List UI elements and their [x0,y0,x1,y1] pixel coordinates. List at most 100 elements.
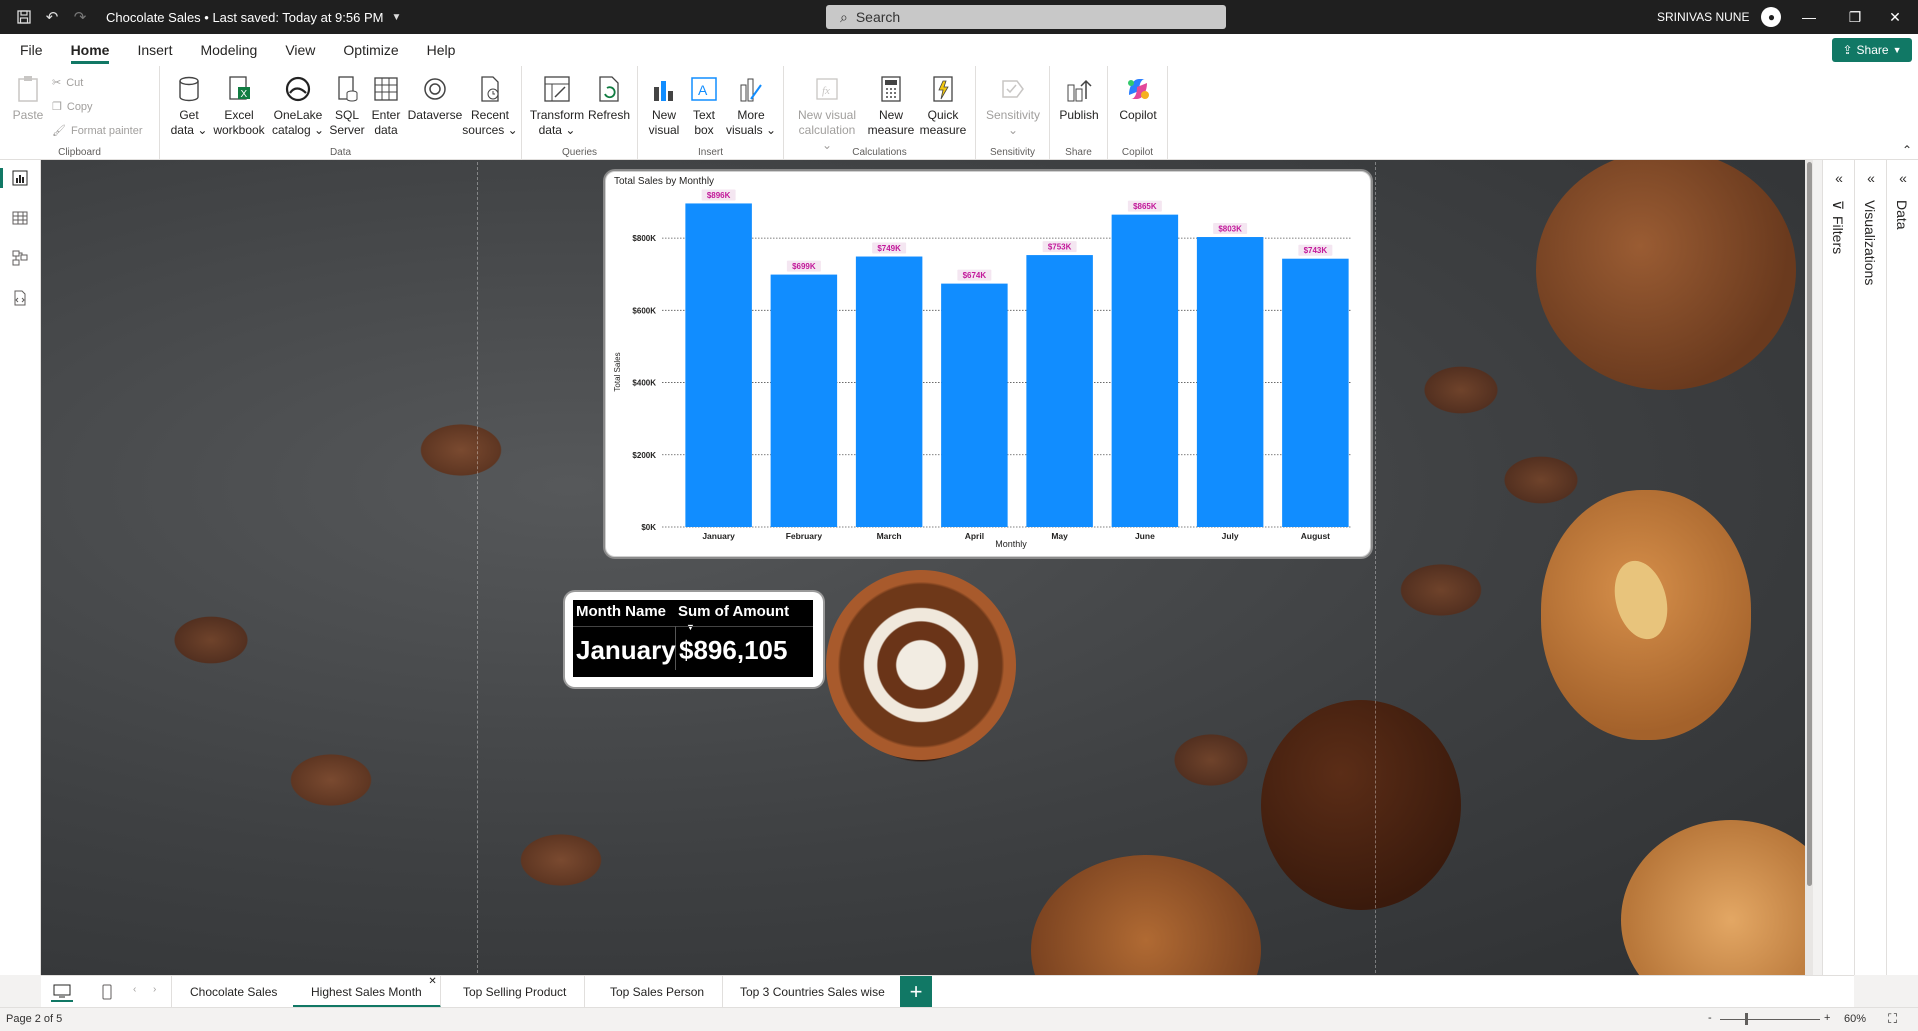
bar-april [941,283,1008,527]
filters-pane-label[interactable]: ⊽ Filters [1830,200,1846,254]
zoom-out-icon[interactable]: - [1708,1012,1712,1024]
close-button[interactable]: ✕ [1872,0,1918,34]
sensitivity-button[interactable]: Sensitivity ⌄ [982,72,1044,138]
page-tab-chocolate-sales[interactable]: Chocolate Sales [171,976,297,1008]
x-axis-label: Monthly [995,539,1027,549]
data-pane[interactable]: « Data [1886,160,1918,975]
page-tab-label: Highest Sales Month [311,985,422,999]
desktop-layout-icon[interactable] [51,982,73,1002]
cut-button[interactable]: ✂ Cut [52,76,83,90]
zoom-in-icon[interactable]: + [1824,1012,1830,1024]
table-view-icon[interactable] [10,208,30,228]
report-view-icon[interactable] [0,168,30,188]
page-tab-top-selling-product[interactable]: Top Selling Product [445,976,586,1008]
sql-server-button[interactable]: SQL Server [326,72,368,138]
copy-icon: ❐ [52,101,62,113]
new-measure-label-1: New [878,108,903,122]
minimize-icon: — [1802,9,1816,25]
mobile-layout-icon[interactable] [99,982,115,1002]
onelake-catalog-button[interactable]: OneLake catalog ⌄ [270,72,326,138]
menu-tab-optimize[interactable]: Optimize [329,34,412,66]
page-tabs-bar: ‹ › Chocolate Sales Highest Sales Month … [41,975,1854,1008]
expand-visualizations-icon[interactable]: « [1855,170,1887,186]
dataverse-button[interactable]: Dataverse [404,72,466,123]
data-label: $803K [1218,225,1242,234]
sql-server-icon [332,72,362,106]
transform-data-button[interactable]: Transform data ⌄ [528,72,586,138]
add-page-button[interactable]: + [900,976,932,1008]
save-icon[interactable] [12,5,36,29]
ribbon-group-queries: Transform data ⌄ Refresh Queries [522,66,638,160]
svg-text:fx: fx [822,85,830,97]
fit-to-page-icon[interactable]: ⛶ [1888,1011,1897,1027]
recent-sources-icon [475,72,505,106]
enter-data-button[interactable]: Enter data [366,72,406,138]
prev-page-icon[interactable]: ‹ [133,984,136,995]
close-page-icon[interactable]: ✕ [428,966,436,998]
sensitivity-chevron-icon: ⌄ [1007,123,1019,137]
column-header-sum-of-amount[interactable]: Sum of Amount [678,603,789,620]
bar-june [1111,214,1179,527]
visualizations-pane[interactable]: « Visualizations [1854,160,1886,975]
refresh-button[interactable]: Refresh [586,72,632,123]
title-dropdown-icon[interactable]: ▼ [391,12,401,23]
page-tab-highest-sales-month[interactable]: Highest Sales Month ✕ [293,976,441,1008]
menu-tab-file[interactable]: File [6,34,57,66]
menu-tab-modeling[interactable]: Modeling [186,34,271,66]
menu-tab-help[interactable]: Help [413,34,470,66]
excel-workbook-button[interactable]: X Excel workbook [210,72,268,138]
share-button[interactable]: ⇪ Share ▼ [1832,38,1912,62]
y-axis-label: Total Sales [613,352,622,391]
ribbon: Paste ✂ Cut ❐ Copy 🖌 Format painter Clipboa… [0,66,1918,160]
text-box-button[interactable]: A Text box [686,72,722,138]
bar-chart-visual[interactable]: Total Sales by Monthly Total Sales Month… [605,171,1371,557]
data-label[interactable]: Data [1894,200,1910,230]
collapse-ribbon-icon[interactable]: ⌃ [1902,143,1912,157]
database-icon [174,72,204,106]
text-box-label-2: box [694,123,714,137]
more-visuals-button[interactable]: More visuals ⌄ [724,72,778,138]
new-visual-button[interactable]: New visual [642,72,686,138]
new-visual-calculation-button[interactable]: fx New visual calculation ⌄ [794,72,860,153]
next-page-icon[interactable]: › [153,984,156,995]
search-box[interactable]: ⌕ Search [826,5,1226,29]
new-measure-button[interactable]: New measure [868,72,914,138]
model-view-icon[interactable] [10,248,30,268]
get-data-button[interactable]: Get data ⌄ [168,72,210,138]
recent-sources-button[interactable]: Recent sources ⌄ [462,72,518,138]
visualizations-label[interactable]: Visualizations [1862,200,1878,285]
menu-tab-view[interactable]: View [271,34,329,66]
user-account[interactable]: SRINIVAS NUNE ● [1657,0,1782,34]
zoom-slider-thumb[interactable] [1745,1013,1748,1025]
minimize-button[interactable]: — [1786,0,1832,34]
format-painter-button[interactable]: 🖌 Format painter [52,124,143,138]
quick-measure-button[interactable]: Quick measure [918,72,968,138]
filters-pane[interactable]: « ⊽ Filters [1822,160,1854,975]
page-tab-top-sales-person[interactable]: Top Sales Person [592,976,724,1008]
redo-icon[interactable]: ↷ [68,5,92,29]
group-label-share: Share [1065,147,1092,158]
scissors-icon: ✂ [52,77,62,89]
menu-tab-home[interactable]: Home [57,34,124,66]
expand-data-icon[interactable]: « [1887,170,1918,186]
dax-query-view-icon[interactable] [10,288,30,308]
undo-icon[interactable]: ↶ [40,5,64,29]
canvas-scrollbar[interactable] [1807,162,1812,886]
paste-label: Paste [12,108,44,122]
table-visual[interactable]: Month Name Sum of Amount ▼ January $896,… [565,592,823,687]
canvas-guide [1375,162,1376,973]
page-tab-top-3-countries[interactable]: Top 3 Countries Sales wise [722,976,904,1008]
publish-button[interactable]: Publish [1056,72,1102,123]
sql-label-2: Server [329,123,365,137]
menu-tab-insert[interactable]: Insert [123,34,186,66]
zoom-slider[interactable] [1720,1019,1820,1020]
dataverse-icon [420,72,450,106]
publish-icon [1064,72,1094,106]
avatar-icon[interactable]: ● [1761,7,1782,27]
column-header-month-name[interactable]: Month Name [576,603,666,620]
group-label-data: Data [329,147,352,158]
copy-button[interactable]: ❐ Copy [52,100,93,114]
expand-filters-icon[interactable]: « [1823,170,1855,186]
copilot-button[interactable]: Copilot [1114,72,1162,123]
paste-button[interactable]: Paste [10,72,46,123]
